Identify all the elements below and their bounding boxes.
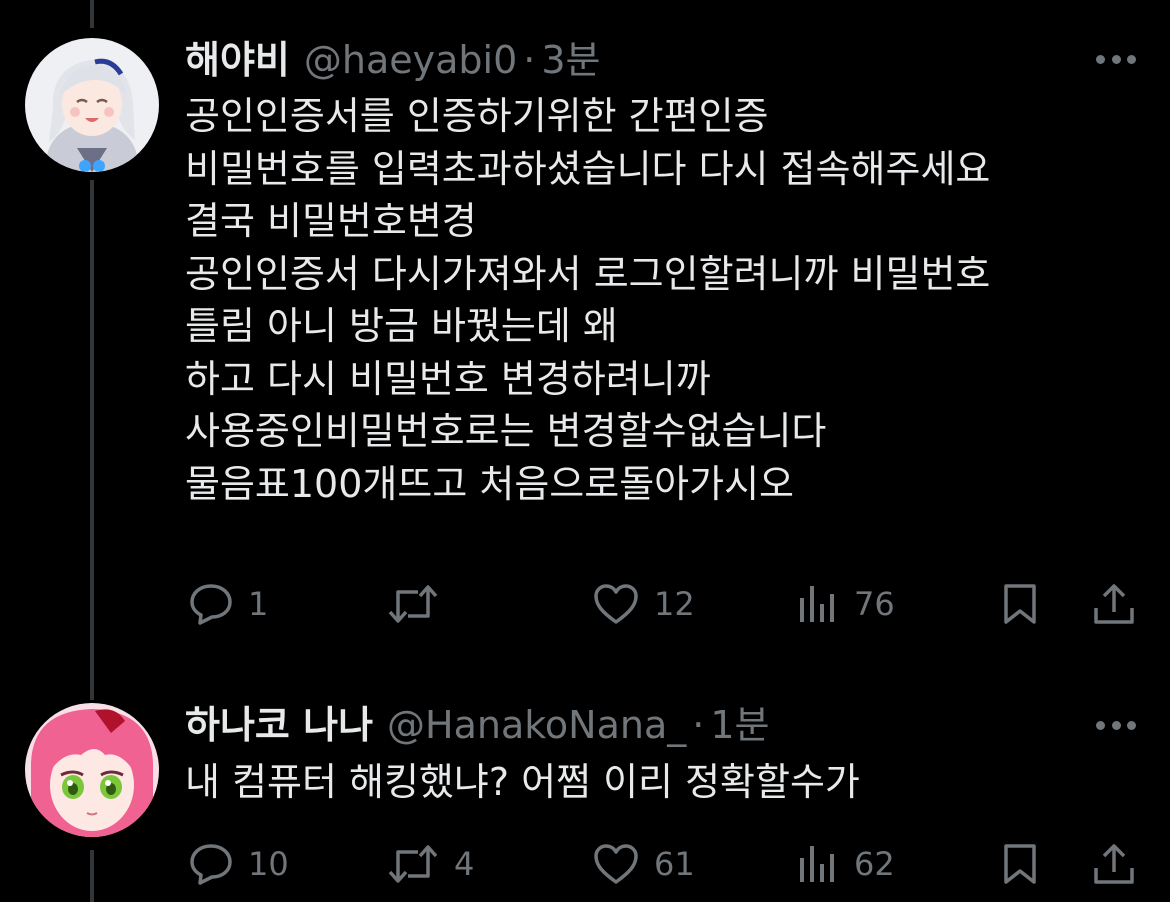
- view-count: 76: [854, 585, 895, 623]
- bar-chart-icon: [800, 586, 834, 622]
- like-button[interactable]: 61: [592, 842, 695, 886]
- user-handle[interactable]: @haeyabi0: [304, 37, 517, 83]
- bookmark-button[interactable]: [1000, 842, 1040, 886]
- bookmark-button[interactable]: [1000, 582, 1040, 626]
- bookmark-icon: [1004, 584, 1036, 624]
- share-button[interactable]: [1092, 582, 1136, 626]
- avatar-haeyabi-image: [25, 38, 159, 172]
- retweet-arrows-icon: [388, 845, 438, 883]
- like-button[interactable]: 12: [592, 582, 695, 626]
- more-options-button[interactable]: [1096, 52, 1136, 66]
- speech-bubble-icon: [190, 584, 232, 625]
- avatar-hanakonana-image: [25, 703, 159, 837]
- reply-button[interactable]: 10: [188, 842, 289, 886]
- thread-line-top: [90, 0, 94, 28]
- separator-dot: ·: [692, 703, 705, 747]
- views-button[interactable]: 76: [796, 582, 895, 626]
- reply-count: 10: [248, 845, 289, 883]
- tweet-text-line: 사용중인비밀번호로는 변경할수없습니다: [185, 409, 827, 453]
- avatar-haeyabi[interactable]: [25, 38, 159, 172]
- bookmark-icon: [1004, 844, 1036, 884]
- ellipsis-dot: [1127, 720, 1136, 730]
- more-options-button[interactable]: [1096, 718, 1136, 732]
- bar-chart-icon: [800, 846, 834, 882]
- retweet-button[interactable]: [386, 582, 454, 626]
- tweet-text: 공인인증서를 인증하기위한 간편인증 비밀번호를 입력초과하셨습니다 다시 접속…: [185, 90, 990, 510]
- ellipsis-dot: [1111, 54, 1121, 64]
- ellipsis-icon: [1096, 720, 1105, 730]
- views-button[interactable]: 62: [796, 842, 895, 886]
- like-count: 61: [654, 845, 695, 883]
- separator-dot: ·: [523, 38, 536, 82]
- speech-bubble-icon: [190, 844, 232, 885]
- share-upload-icon: [1094, 844, 1134, 884]
- retweet-arrows-icon: [388, 585, 438, 623]
- ellipsis-dot: [1127, 54, 1136, 64]
- avatar-hanakonana[interactable]: [25, 703, 159, 837]
- tweet-text-line: 공인인증서를 인증하기위한 간편인증: [185, 94, 769, 138]
- reply-button[interactable]: 1: [188, 582, 268, 626]
- like-count: 12: [654, 585, 695, 623]
- reply-count: 1: [248, 585, 269, 623]
- tweet-text-line: 물음표100개뜨고 처음으로돌아가시오: [185, 461, 795, 506]
- thread-line-bottom: [90, 850, 94, 902]
- tweet-text-line: 공인인증서 다시가져와서 로그인할려니까 비밀번호: [185, 251, 991, 296]
- user-handle[interactable]: @HanakoNana_: [387, 702, 686, 748]
- timestamp[interactable]: 3분: [541, 37, 600, 83]
- tweet-header: 하나코 나나 @HanakoNana_ · 1분: [185, 702, 769, 748]
- tweet-text-line: 결국 비밀번호변경: [185, 199, 477, 243]
- heart-icon: [594, 844, 638, 884]
- share-upload-icon: [1094, 584, 1134, 624]
- tweet-text-line: 비밀번호를 입력초과하셨습니다 다시 접속해주세요: [185, 146, 991, 191]
- tweet-text-line: 하고 다시 비밀번호 변경하려니까: [185, 356, 711, 401]
- tweet-text: 내 컴퓨터 해킹했냐? 어쩜 이리 정확할수가: [185, 756, 860, 809]
- timestamp[interactable]: 1분: [710, 702, 769, 748]
- retweet-button[interactable]: 4: [386, 842, 474, 886]
- ellipsis-dot: [1111, 720, 1121, 730]
- tweet-header: 해야비 @haeyabi0 · 3분: [185, 37, 601, 83]
- share-button[interactable]: [1092, 842, 1136, 886]
- heart-icon: [594, 584, 638, 624]
- retweet-count: 4: [454, 845, 475, 883]
- display-name[interactable]: 하나코 나나: [185, 702, 373, 748]
- view-count: 62: [854, 845, 895, 883]
- thread-line-connector: [90, 180, 94, 700]
- tweet-text-line: 틀림 아니 방금 바꿨는데 왜: [185, 304, 618, 348]
- display-name[interactable]: 해야비: [185, 37, 290, 83]
- ellipsis-icon: [1096, 54, 1105, 64]
- tweet-text-line: 내 컴퓨터 해킹했냐? 어쩜 이리 정확할수가: [185, 760, 860, 804]
